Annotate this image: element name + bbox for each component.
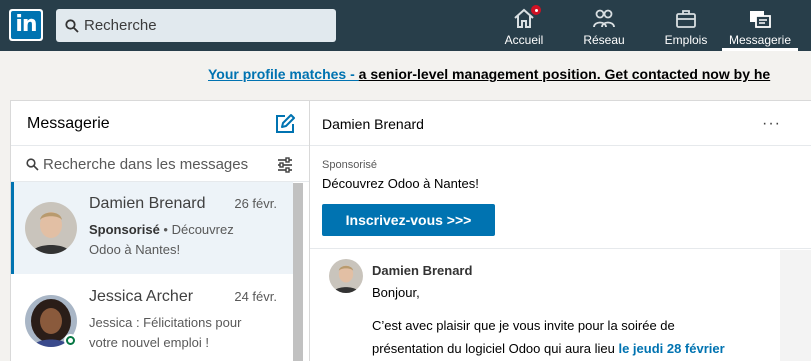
messaging-title: Messagerie: [27, 115, 110, 132]
network-icon: [593, 9, 615, 28]
message-text: présentation du logiciel Odoo qui aura l…: [372, 341, 619, 356]
message-date-link[interactable]: le jeudi 28 février: [618, 341, 724, 356]
briefcase-icon: [676, 10, 696, 28]
nav-label-home: Accueil: [504, 33, 544, 47]
sponsored-label: Sponsorisé: [89, 222, 160, 237]
compose-icon[interactable]: [274, 113, 296, 135]
signup-button[interactable]: Inscrivez-vous >>>: [322, 204, 495, 236]
messaging-header: Messagerie: [11, 101, 310, 146]
sponsored-label: Sponsorisé: [322, 159, 378, 171]
scrollbar-track[interactable]: [780, 250, 811, 361]
thread-header: Damien Brenard ···: [310, 101, 811, 146]
nav-label-jobs: Emplois: [664, 33, 708, 47]
message-list: Damien Brenard Bonjour, C’est avec plais…: [310, 250, 811, 361]
message-sender[interactable]: Damien Brenard: [372, 263, 472, 278]
nav-item-network[interactable]: Réseau: [570, 0, 638, 51]
nav-label-network: Réseau: [583, 33, 625, 47]
conversation-date: 26 févr.: [234, 196, 277, 211]
messaging-icon: [750, 11, 771, 28]
message-line: Bonjour,: [372, 285, 420, 300]
snippet-line-2: Odoo à Nantes!: [89, 242, 181, 257]
snippet-line-1: Jessica : Félicitations pour: [89, 315, 242, 330]
search-placeholder: Recherche: [84, 17, 157, 34]
snippet-line-2: votre nouvel emploi !: [89, 335, 209, 350]
more-options-icon[interactable]: ···: [762, 115, 781, 133]
thread-participant-name[interactable]: Damien Brenard: [322, 116, 424, 132]
online-status-icon: [64, 334, 77, 347]
conversation-date: 24 févr.: [234, 289, 277, 304]
notification-badge: [530, 4, 542, 16]
thread-panel: Damien Brenard ··· Sponsorisé Découvrez …: [309, 100, 811, 361]
nav-item-home[interactable]: Accueil: [492, 0, 556, 51]
conversation-item-damien[interactable]: Damien Brenard 26 févr. Sponsorisé • Déc…: [11, 182, 293, 274]
snippet-line-1: Découvrez: [171, 222, 234, 237]
conversation-list-panel: Messagerie Recherche dans les messages D…: [10, 100, 310, 361]
avatar: [25, 202, 77, 254]
linkedin-logo-icon[interactable]: in: [9, 9, 43, 41]
filter-icon[interactable]: [277, 157, 293, 173]
snippet-separator: •: [159, 222, 172, 237]
search-icon: [26, 158, 39, 171]
conversation-snippet: Sponsorisé • Découvrez Odoo à Nantes!: [89, 220, 269, 260]
top-navbar: in Recherche Accueil Réseau Emplois Mess…: [0, 0, 811, 51]
nav-item-messaging[interactable]: Messagerie: [722, 0, 798, 51]
message-line: présentation du logiciel Odoo qui aura l…: [372, 341, 725, 356]
conversation-snippet: Jessica : Félicitations pour votre nouve…: [89, 313, 269, 353]
avatar: [329, 259, 363, 293]
search-icon: [65, 19, 79, 33]
promo-banner-link[interactable]: Your profile matches -: [208, 66, 359, 82]
conversation-name: Damien Brenard: [89, 195, 206, 212]
message-line: C’est avec plaisir que je vous invite po…: [372, 318, 675, 333]
nav-item-jobs[interactable]: Emplois: [654, 0, 718, 51]
promo-banner-text[interactable]: a senior-level management position. Get …: [359, 66, 771, 82]
message-search-input[interactable]: Recherche dans les messages: [11, 147, 310, 182]
message-search-placeholder: Recherche dans les messages: [43, 156, 249, 173]
nav-label-messaging: Messagerie: [728, 33, 792, 47]
promo-banner: Your profile matches - a senior-level ma…: [208, 66, 770, 82]
scrollbar-thumb[interactable]: [293, 183, 303, 361]
conversation-name: Jessica Archer: [89, 288, 194, 305]
sponsored-card: Sponsorisé Découvrez Odoo à Nantes! Insc…: [310, 147, 811, 249]
sponsored-title: Découvrez Odoo à Nantes!: [322, 176, 479, 191]
search-input[interactable]: Recherche: [56, 9, 336, 42]
conversation-item-jessica[interactable]: Jessica Archer 24 févr. Jessica : Félici…: [11, 275, 293, 361]
